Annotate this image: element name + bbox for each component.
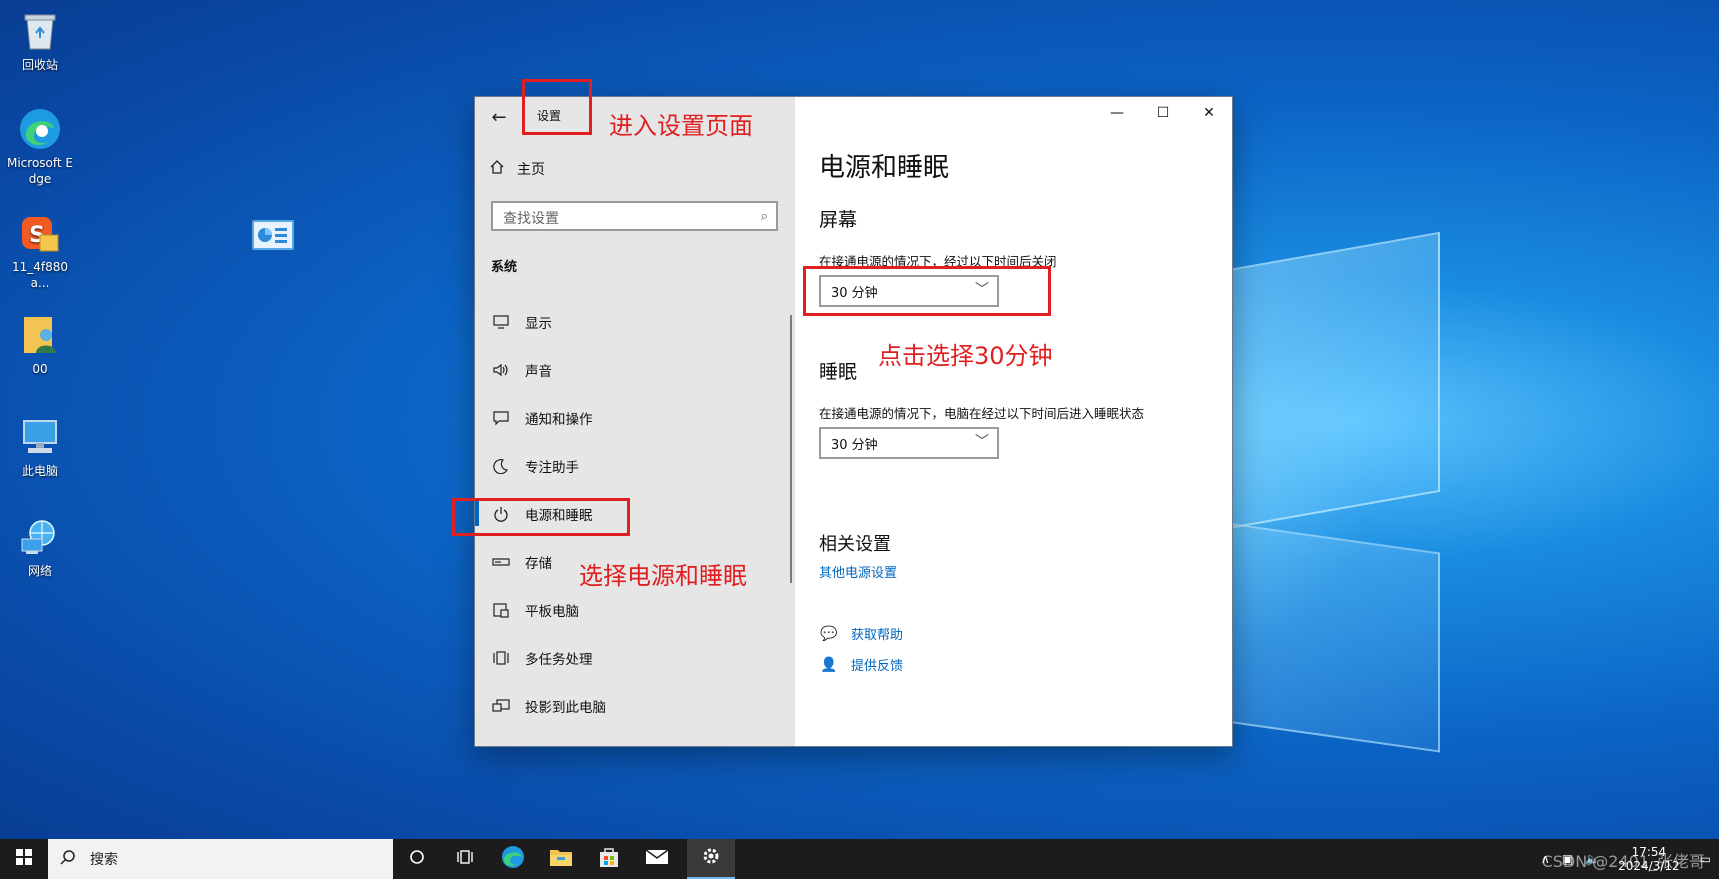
csdn-watermark: CSDN @2401_张佬哥 [1541, 852, 1705, 871]
nav-item-focus-assist[interactable]: 专注助手 [475, 446, 795, 486]
settings-content-pane: — ☐ ✕ 电源和睡眠 屏幕 在接通电源的情况下，经过以下时间后关闭 30 分钟… [795, 97, 1232, 746]
annotation-enter-settings: 进入设置页面 [609, 112, 753, 140]
notification-icon [491, 410, 511, 426]
tablet-icon [491, 602, 511, 618]
desktop-icon-this-pc[interactable]: 此电脑 [4, 414, 76, 479]
circle-icon [409, 849, 425, 869]
task-view-button[interactable] [441, 839, 489, 879]
nav-home[interactable]: 主页 [489, 159, 545, 179]
close-button[interactable]: ✕ [1186, 99, 1232, 127]
edge-icon [501, 845, 525, 873]
feedback-label: 提供反馈 [851, 659, 904, 674]
cortana-button[interactable] [393, 839, 441, 879]
annotation-box-power [452, 498, 630, 536]
taskbar-file-explorer[interactable] [537, 839, 585, 879]
taskbar-settings[interactable] [687, 839, 735, 879]
nav-section-header: 系统 [491, 260, 518, 275]
get-help-link[interactable]: 💬 获取帮助 [819, 624, 904, 644]
page-title: 电源和睡眠 [819, 153, 950, 183]
network-icon [17, 514, 63, 560]
taskbar-mail[interactable] [633, 839, 681, 879]
mail-icon [645, 848, 669, 870]
folder-icon [549, 847, 573, 871]
nav-item-project[interactable]: 投影到此电脑 [475, 686, 795, 726]
chevron-down-icon: ﹀ [975, 434, 989, 450]
user-folder-icon [17, 312, 63, 358]
nav-item-notifications[interactable]: 通知和操作 [475, 398, 795, 438]
nav-scrollbar[interactable] [790, 315, 792, 583]
store-bag-icon [598, 846, 620, 872]
maximize-button[interactable]: ☐ [1140, 99, 1186, 127]
taskbar: 搜索 ∧ ▣ 🔈 17:54 2024/3/12 ▭ [0, 839, 1719, 879]
nav-home-label: 主页 [517, 162, 545, 178]
display-icon [491, 315, 511, 329]
annotation-click-30: 点击选择30分钟 [878, 342, 1053, 370]
sleep-description: 在接通电源的情况下，电脑在经过以下时间后进入睡眠状态 [819, 406, 1145, 421]
home-icon [489, 159, 505, 179]
nav-item-label: 存储 [525, 556, 552, 572]
edge-icon [17, 106, 63, 152]
desktop-icon-label: 回收站 [21, 58, 58, 72]
related-settings-heading: 相关设置 [819, 534, 891, 555]
desktop-icon-edge[interactable]: Microsoft Edge [4, 106, 76, 187]
moon-icon [491, 458, 511, 474]
computer-icon [17, 414, 63, 460]
nav-item-multitasking[interactable]: 多任务处理 [475, 638, 795, 678]
nav-item-label: 多任务处理 [525, 652, 593, 668]
nav-item-display[interactable]: 显示 [475, 302, 795, 342]
desktop-icon-label: 网络 [27, 564, 52, 578]
nav-item-sound[interactable]: 声音 [475, 350, 795, 390]
annotation-box-settings [522, 79, 592, 135]
nav-item-label: 平板电脑 [525, 604, 579, 620]
nav-item-label: 通知和操作 [525, 412, 593, 428]
windows-logo-icon [16, 849, 32, 869]
start-button[interactable] [0, 839, 48, 879]
sleep-heading: 睡眠 [819, 361, 858, 383]
desktop-icon-label: 11_4f880a... [11, 260, 69, 290]
nav-item-label: 显示 [525, 316, 552, 332]
desktop-icon-label: 此电脑 [21, 464, 58, 478]
minimize-button[interactable]: — [1094, 99, 1140, 127]
feedback-icon: 👤 [820, 656, 838, 673]
screen-heading: 屏幕 [819, 209, 858, 231]
settings-window: ← 设置 主页 查找设置 ⌕ 系统 显示 声音 通知和操作 专注助手 电源和睡眠… [474, 96, 1233, 747]
desktop-icon-recycle-bin[interactable]: 回收站 [4, 8, 76, 73]
nav-item-label: 投影到此电脑 [525, 700, 606, 716]
nav-item-label: 声音 [525, 364, 552, 380]
desktop-icon-user-folder[interactable]: 00 [4, 312, 76, 377]
taskbar-search-label: 搜索 [90, 852, 118, 868]
other-power-settings-link[interactable]: 其他电源设置 [819, 562, 897, 581]
sleep-timeout-value: 30 分钟 [831, 438, 878, 453]
gear-icon [701, 846, 721, 870]
recycle-bin-icon [17, 8, 63, 54]
multitask-icon [491, 650, 511, 666]
speaker-icon [491, 363, 511, 377]
search-placeholder: 查找设置 [503, 211, 559, 227]
taskbar-search-box[interactable]: 搜索 [48, 839, 393, 879]
annotation-box-dropdown [803, 266, 1051, 316]
desktop-shortcut-icon[interactable] [252, 220, 294, 250]
annotation-select-power: 选择电源和睡眠 [579, 562, 747, 590]
search-icon: ⌕ [760, 209, 768, 224]
storage-icon [491, 557, 511, 567]
project-icon [491, 699, 511, 713]
task-view-icon [456, 849, 474, 869]
desktop-icon-network[interactable]: 网络 [4, 514, 76, 579]
taskbar-store[interactable] [585, 839, 633, 879]
desktop-icon-label: Microsoft Edge [6, 156, 73, 186]
nav-item-tablet[interactable]: 平板电脑 [475, 590, 795, 630]
desktop-icon-label: 00 [32, 362, 48, 376]
sogou-icon: S [17, 210, 63, 256]
taskbar-edge[interactable] [489, 839, 537, 879]
nav-item-label: 专注助手 [525, 460, 579, 476]
feedback-link[interactable]: 👤 提供反馈 [819, 655, 904, 675]
sleep-timeout-dropdown[interactable]: 30 分钟 ﹀ [819, 427, 999, 459]
settings-search-input[interactable]: 查找设置 ⌕ [491, 201, 778, 231]
chat-help-icon: 💬 [820, 625, 838, 642]
get-help-label: 获取帮助 [851, 628, 904, 643]
desktop-icon-sogou[interactable]: S 11_4f880a... [4, 210, 76, 291]
search-icon [60, 849, 76, 869]
back-arrow-icon[interactable]: ← [487, 105, 511, 129]
settings-nav-pane: ← 设置 主页 查找设置 ⌕ 系统 显示 声音 通知和操作 专注助手 电源和睡眠… [475, 97, 795, 746]
